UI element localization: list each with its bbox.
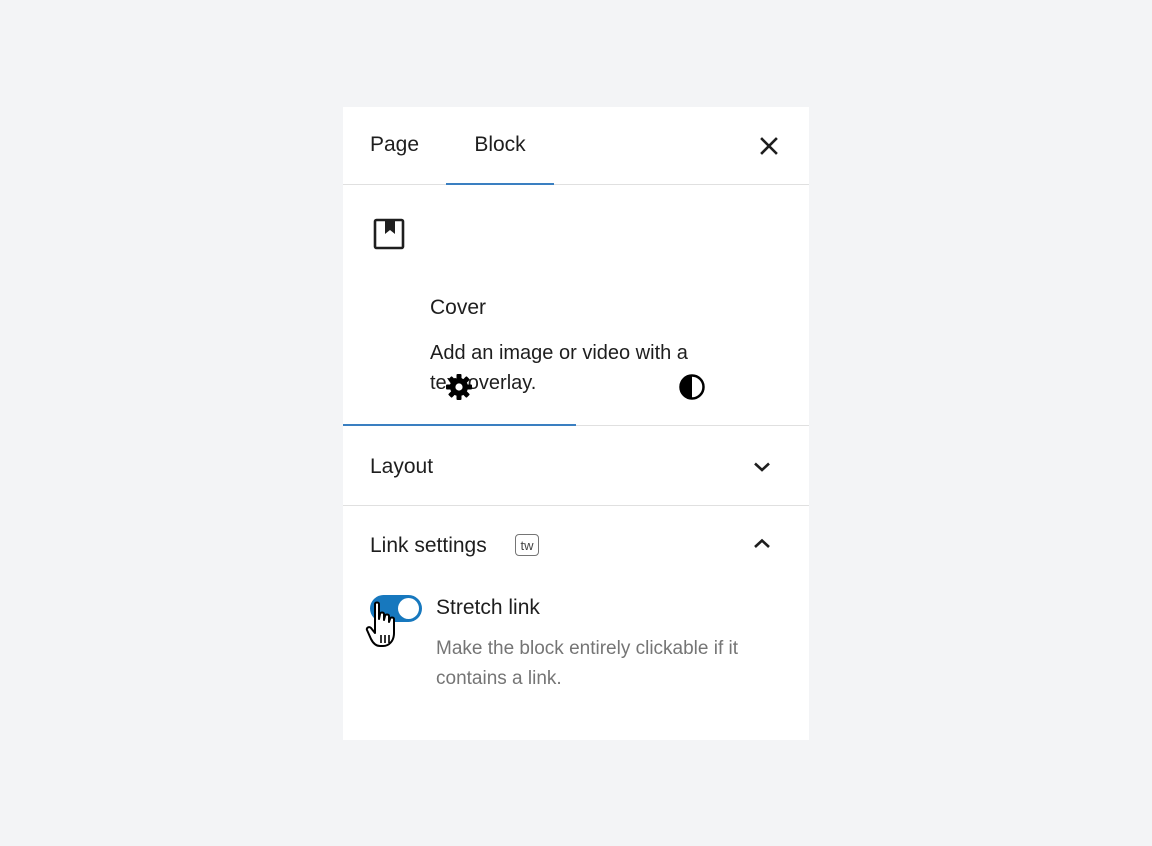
stretch-link-help: Make the block entirely clickable if it …	[436, 634, 796, 694]
stretch-link-label: Stretch link	[436, 596, 540, 619]
cover-block-icon	[373, 218, 405, 255]
stretch-link-help-line: Make the block entirely clickable if it	[436, 638, 739, 659]
link-settings-panel: Link settings tw Stretch link Make the b…	[343, 506, 809, 740]
tw-badge: tw	[515, 534, 539, 556]
stretch-link-help-line: contains a link.	[436, 668, 562, 689]
layout-panel: Layout	[343, 426, 809, 506]
inspector-tabs	[343, 347, 809, 426]
block-settings-sidebar: Page Block Cover Add an image or video w…	[343, 107, 809, 740]
tab-styles[interactable]	[576, 347, 809, 425]
close-button[interactable]	[755, 132, 783, 160]
block-card: Cover Add an image or video with a text …	[343, 185, 809, 394]
chevron-down-icon	[754, 462, 770, 472]
tab-page[interactable]: Page	[370, 107, 419, 184]
layout-panel-title: Layout	[370, 455, 434, 478]
layout-panel-toggle[interactable]: Layout	[343, 426, 809, 505]
chevron-up-icon	[754, 538, 770, 548]
hand-cursor-icon	[365, 601, 395, 647]
tab-settings[interactable]	[343, 347, 576, 426]
link-settings-panel-toggle[interactable]: Link settings tw	[343, 506, 809, 585]
gear-icon	[446, 374, 472, 400]
link-settings-title: Link settings	[370, 534, 487, 557]
close-icon	[760, 137, 778, 155]
contrast-icon	[679, 374, 705, 400]
sidebar-tabs: Page Block	[343, 107, 809, 185]
tab-block[interactable]: Block	[446, 107, 554, 185]
block-title: Cover	[430, 296, 487, 319]
